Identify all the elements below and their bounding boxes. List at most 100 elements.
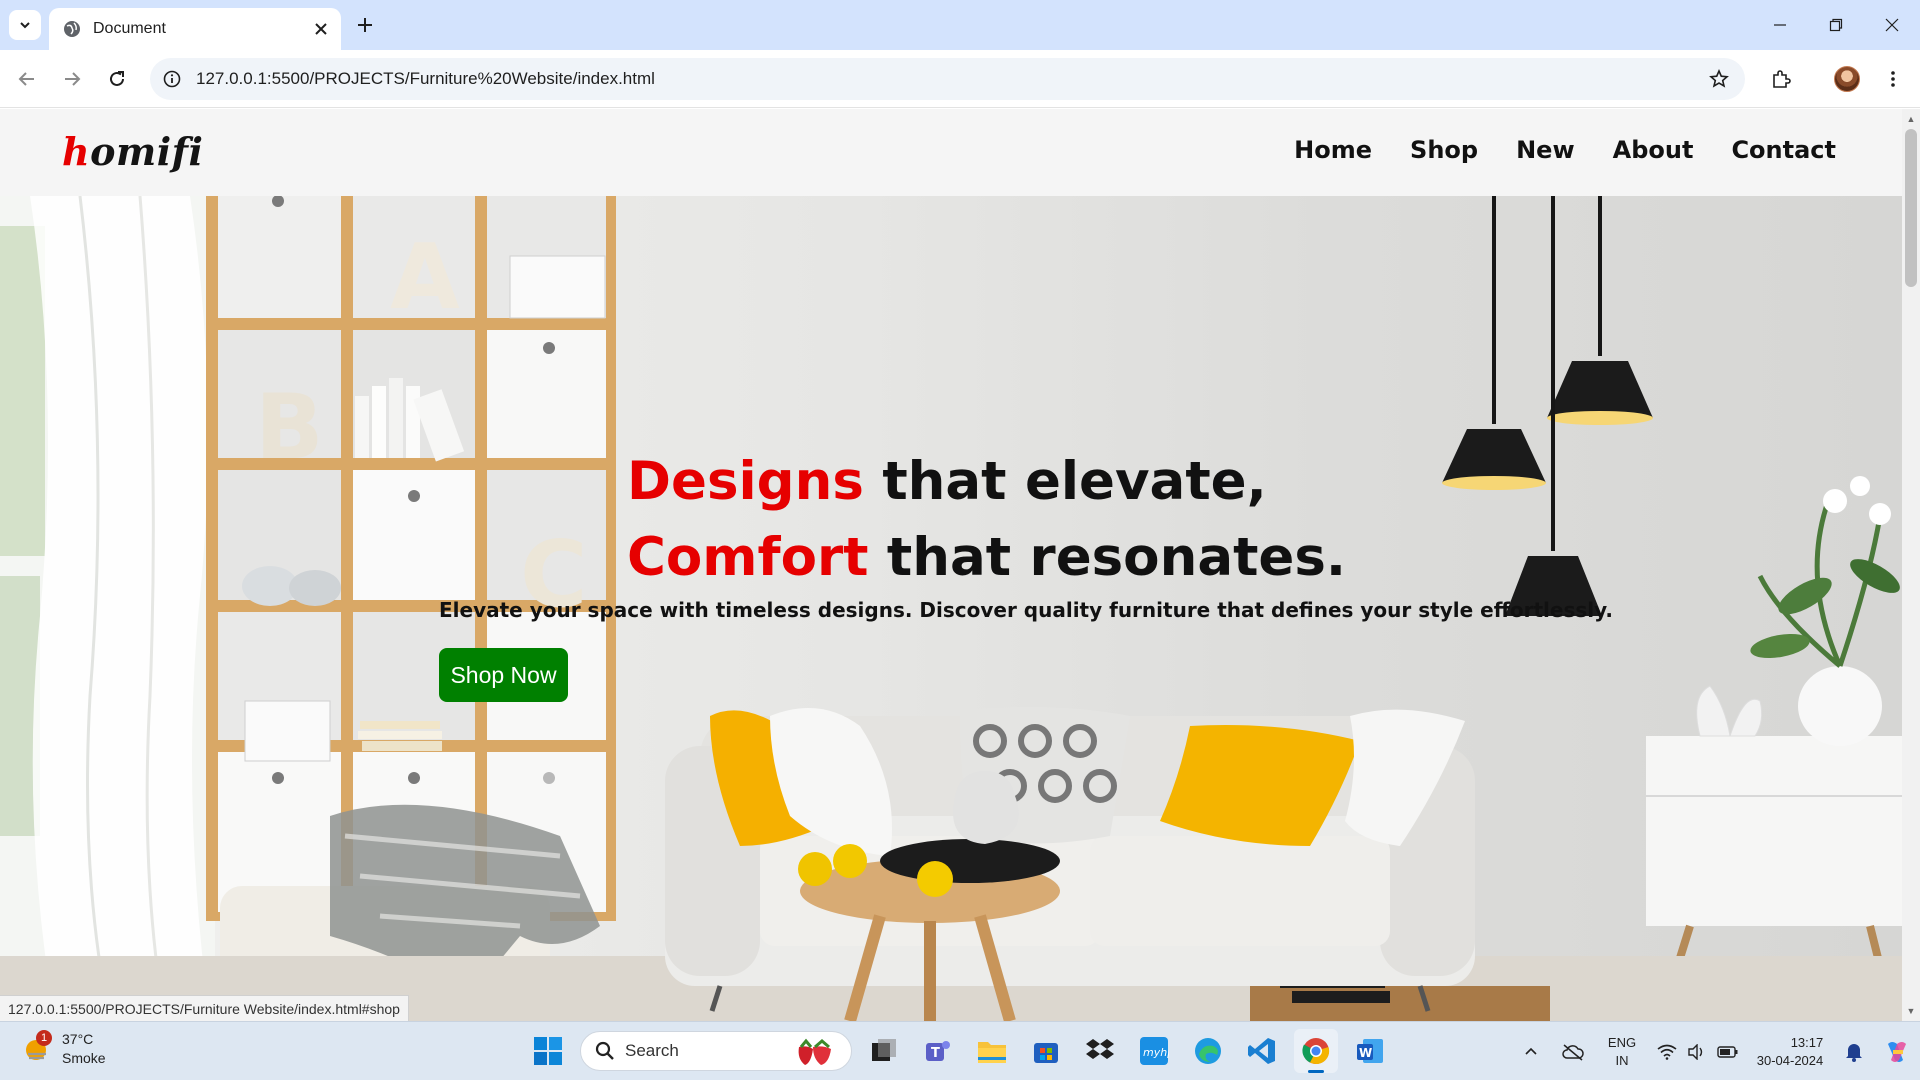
reload-icon <box>110 71 124 86</box>
chrome-icon <box>1302 1038 1330 1065</box>
bookmark-star-icon[interactable] <box>1707 67 1731 91</box>
search-label: Search <box>625 1041 679 1060</box>
store-button[interactable] <box>1024 1029 1068 1073</box>
nav-new[interactable]: New <box>1516 136 1575 164</box>
strawberry-icon <box>798 1038 831 1065</box>
taskbar-search[interactable]: Search <box>580 1031 852 1071</box>
scroll-down-arrow[interactable]: ▼ <box>1902 1003 1920 1019</box>
weather-temp: 37°C <box>62 1031 94 1047</box>
weather-badge: 1 <box>36 1030 52 1046</box>
puzzle-icon <box>1773 70 1791 88</box>
globe-icon <box>64 21 80 37</box>
new-tab-button[interactable] <box>352 12 378 38</box>
arrow-left-icon <box>18 72 34 86</box>
scroll-thumb[interactable] <box>1905 129 1917 287</box>
hero-line-1: Designs that elevate, <box>627 451 1267 512</box>
show-hidden-icons-button[interactable] <box>1510 1045 1552 1059</box>
plus-icon <box>358 18 372 32</box>
scroll-up-arrow[interactable]: ▲ <box>1902 111 1920 127</box>
onedrive-button[interactable] <box>1552 1043 1594 1061</box>
copilot-icon <box>1888 1041 1906 1062</box>
bell-icon <box>1846 1043 1862 1062</box>
volume-icon <box>1688 1043 1703 1060</box>
restore-icon <box>1829 18 1843 32</box>
start-button[interactable] <box>526 1029 570 1073</box>
system-tray: ENG IN 13:17 30-04-2024 <box>1510 1022 1920 1080</box>
hero-line-2: Comfort that resonates. <box>627 527 1346 588</box>
svg-text:A: A <box>390 225 460 330</box>
url-text[interactable]: 127.0.0.1:5500/PROJECTS/Furniture%20Webs… <box>196 69 655 89</box>
site-info-icon[interactable] <box>160 67 184 91</box>
extensions-button[interactable] <box>1766 64 1796 94</box>
hero-line1-rest: that elevate, <box>863 451 1267 512</box>
hero-highlight-comfort: Comfort <box>627 527 869 588</box>
close-icon[interactable] <box>315 23 327 35</box>
menu-button[interactable] <box>1878 64 1908 94</box>
hero-highlight-designs: Designs <box>627 451 864 512</box>
page-viewport: homifi Home Shop New About Contact A B C… <box>0 109 1902 1021</box>
arrow-right-icon <box>65 72 81 86</box>
vscode-button[interactable] <box>1240 1029 1284 1073</box>
language-indicator[interactable]: ENG IN <box>1594 1034 1650 1070</box>
weather-widget[interactable]: 1 37°C Smoke <box>22 1030 106 1068</box>
avatar <box>1834 66 1860 92</box>
store-icon <box>1034 1043 1058 1063</box>
browser-tab[interactable]: Document <box>49 8 341 50</box>
site-logo[interactable]: homifi <box>62 129 203 174</box>
page-scrollbar[interactable]: ▲ ▼ <box>1902 109 1920 1021</box>
chevron-down-icon <box>20 22 30 29</box>
shop-now-button[interactable]: Shop Now <box>439 648 568 702</box>
reload-button[interactable] <box>102 64 132 94</box>
minimize-button[interactable] <box>1752 0 1808 50</box>
hero-title: Designs that elevate, Comfort that reson… <box>627 444 1346 596</box>
quick-settings-button[interactable] <box>1650 1043 1746 1060</box>
profile-button[interactable] <box>1832 64 1862 94</box>
wifi-icon <box>1657 1044 1677 1060</box>
hero-line2-rest: that resonates. <box>868 527 1347 588</box>
myhp-icon: myhp <box>1140 1037 1169 1065</box>
hero-subtitle: Elevate your space with timeless designs… <box>439 598 1613 622</box>
browser-toolbar: 127.0.0.1:5500/PROJECTS/Furniture%20Webs… <box>0 50 1920 108</box>
notifications-button[interactable] <box>1834 1042 1874 1062</box>
logo-rest: omifi <box>90 129 204 174</box>
windows-logo-icon <box>534 1037 562 1065</box>
logo-first-letter: h <box>62 129 91 174</box>
restore-button[interactable] <box>1808 0 1864 50</box>
word-icon: W <box>1357 1039 1383 1063</box>
nav-shop[interactable]: Shop <box>1410 136 1478 164</box>
dropbox-button[interactable] <box>1078 1029 1122 1073</box>
nav-about[interactable]: About <box>1613 136 1694 164</box>
teams-button[interactable]: T <box>916 1029 960 1073</box>
windows-taskbar: 1 37°C Smoke Search T myh W ENG IN 13:17… <box>0 1021 1920 1080</box>
chrome-button[interactable] <box>1294 1029 1338 1073</box>
tab-search-button[interactable] <box>9 10 41 40</box>
tab-title: Document <box>93 20 166 37</box>
edge-icon <box>1195 1038 1221 1064</box>
close-window-button[interactable] <box>1864 0 1920 50</box>
nav-contact[interactable]: Contact <box>1731 136 1836 164</box>
window-controls <box>1752 0 1920 50</box>
dropbox-icon <box>1086 1039 1114 1059</box>
weather-desc: Smoke <box>62 1050 106 1066</box>
file-explorer-button[interactable] <box>970 1029 1014 1073</box>
clock[interactable]: 13:17 30-04-2024 <box>1746 1034 1834 1070</box>
forward-button[interactable] <box>57 64 87 94</box>
clock-time: 13:17 <box>1790 1034 1824 1050</box>
link-status-bar: 127.0.0.1:5500/PROJECTS/Furniture Websit… <box>0 995 409 1021</box>
task-view-button[interactable] <box>862 1029 906 1073</box>
edge-button[interactable] <box>1186 1029 1230 1073</box>
lang-line-2: IN <box>1615 1052 1629 1068</box>
main-nav: Home Shop New About Contact <box>1294 136 1836 164</box>
address-bar[interactable]: 127.0.0.1:5500/PROJECTS/Furniture%20Webs… <box>150 58 1745 100</box>
battery-icon <box>1717 1045 1738 1058</box>
taskbar-apps: Search T myhp W <box>526 1029 1392 1073</box>
clock-date: 30-04-2024 <box>1756 1052 1824 1068</box>
svg-text:T: T <box>931 1046 940 1061</box>
nav-home[interactable]: Home <box>1294 136 1372 164</box>
myhp-button[interactable]: myhp <box>1132 1029 1176 1073</box>
back-button[interactable] <box>12 64 42 94</box>
site-header: homifi Home Shop New About Contact <box>0 109 1902 196</box>
word-button[interactable]: W <box>1348 1029 1392 1073</box>
copilot-button[interactable] <box>1874 1038 1920 1066</box>
close-icon <box>1885 18 1899 32</box>
